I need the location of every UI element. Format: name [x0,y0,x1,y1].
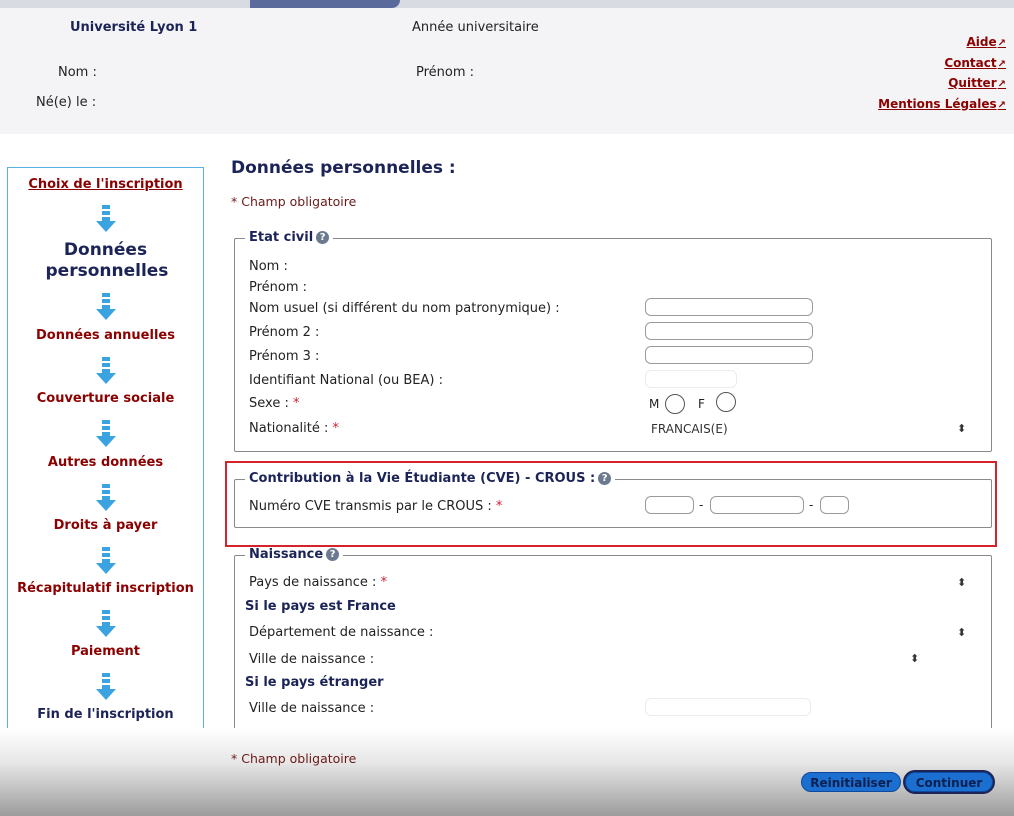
etat-civil-section: Etat civil? Nom : Prénom : Nom usuel (si… [234,230,992,452]
down-arrow-icon [96,547,116,574]
step-recapitulatif: Récapitulatif inscription [17,581,194,596]
aide-link[interactable]: Aide↗ [878,33,1006,54]
ine-input[interactable] [645,370,737,388]
external-link-icon: ↗ [997,99,1006,111]
sexe-m-radio[interactable] [665,394,685,414]
step-autres-donnees: Autres données [47,455,164,470]
step-donnees-personnelles-current: Données personnelles [45,240,169,281]
ville-france-label: Ville de naissance : [249,652,375,667]
departement-label: Département de naissance : [249,625,434,640]
sexe-m-label: M [649,397,660,411]
page-title: Données personnelles : [231,158,456,178]
ville-etranger-label: Ville de naissance : [249,701,375,716]
header-nom-label: Nom : [58,65,97,80]
down-arrow-icon [96,205,116,232]
step-donnees-annuelles: Données annuelles [36,328,175,343]
nom-usuel-label: Nom usuel (si différent du nom patronymi… [249,301,560,316]
cve-part3-input[interactable] [820,496,849,514]
down-arrow-icon [96,673,116,700]
external-link-icon: ↗ [997,38,1006,49]
header: Université Lyon 1 Année universitaire No… [0,8,1014,134]
steps-sidebar: Choix de l'inscription Données personnel… [7,167,204,731]
academic-year-label: Année universitaire [412,20,539,35]
required-note: * Champ obligatoire [231,194,357,209]
header-prenom-label: Prénom : [416,65,475,80]
help-icon[interactable]: ? [316,231,330,244]
nom-usuel-input[interactable] [645,298,813,316]
down-arrow-icon [96,293,116,320]
step-fin-inscription: Fin de l'inscription [37,707,174,722]
prenom3-label: Prénom 3 : [249,349,320,364]
quitter-link[interactable]: Quitter↗ [878,74,1006,95]
naissance-section: Naissance? Pays de naissance : * ⬍ Si le… [234,547,992,741]
university-name: Université Lyon 1 [70,20,198,35]
si-france-heading: Si le pays est France [245,599,396,614]
help-icon[interactable]: ? [598,472,612,485]
header-birthdate-label: Né(e) le : [36,95,97,110]
cve-separator: - [699,498,704,512]
pays-naissance-select[interactable]: ⬍ [957,576,966,589]
departement-select[interactable]: ⬍ [957,626,966,639]
cve-section: Contribution à la Vie Étudiante (CVE) - … [234,471,992,528]
prenom2-label: Prénom 2 : [249,325,320,340]
down-arrow-icon [96,610,116,637]
contact-link[interactable]: Contact↗ [878,54,1006,75]
etat-civil-legend: Etat civil? [245,230,334,245]
select-arrows-icon: ⬍ [957,422,967,435]
university-logo [250,0,400,8]
prenom3-input[interactable] [645,346,813,364]
continuer-button[interactable]: Continuer [905,772,993,792]
external-link-icon: ↗ [997,79,1006,90]
sexe-f-label: F [698,397,705,411]
nom-label: Nom : [249,259,288,274]
prenom2-input[interactable] [645,322,813,340]
reinitialiser-button[interactable]: Reinitialiser [801,772,901,792]
nationalite-label: Nationalité : * [249,421,340,436]
pays-naissance-label: Pays de naissance : * [249,575,388,590]
external-link-icon: ↗ [997,58,1006,70]
down-arrow-icon [96,420,116,447]
cve-number-label: Numéro CVE transmis par le CROUS : * [249,499,503,514]
step-couverture-sociale: Couverture sociale [36,391,175,406]
step-droits-a-payer: Droits à payer [53,518,158,533]
header-links: Aide↗ Contact↗ Quitter↗ Mentions Légales… [878,33,1006,115]
ville-etranger-input[interactable] [645,698,811,716]
cve-separator: - [809,498,814,512]
cve-part2-input[interactable] [710,496,804,514]
cve-legend: Contribution à la Vie Étudiante (CVE) - … [245,471,616,486]
required-note-bottom: * Champ obligatoire [231,751,357,766]
cve-part1-input[interactable] [645,496,694,514]
top-banner-strip [0,0,1014,8]
naissance-legend: Naissance? [245,547,344,562]
down-arrow-icon [96,484,116,511]
step-choix-inscription[interactable]: Choix de l'inscription [8,177,203,192]
si-etranger-heading: Si le pays étranger [245,675,384,690]
ine-label: Identifiant National (ou BEA) : [249,373,443,388]
mentions-legales-link[interactable]: Mentions Légales↗ [878,95,1006,116]
down-arrow-icon [96,357,116,384]
nationalite-select[interactable]: FRANCAIS(E) [651,422,728,436]
prenom-label: Prénom : [249,280,308,295]
ville-france-select[interactable]: ⬍ [910,652,919,665]
sexe-label: Sexe : * [249,396,300,411]
step-paiement: Paiement [70,644,141,659]
help-icon[interactable]: ? [326,548,340,561]
sexe-f-radio[interactable] [716,392,736,412]
